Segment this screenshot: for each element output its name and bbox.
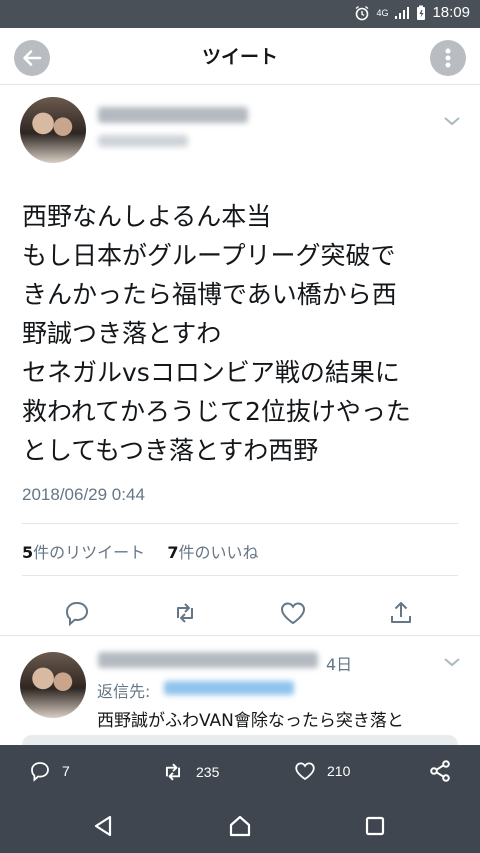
chevron-down-icon[interactable] — [443, 115, 461, 127]
network-type: 4G — [376, 7, 389, 18]
tweet-timestamp: 2018/06/29 0:44 — [22, 485, 145, 504]
tweet-stats: 5件のリツイート 7件のいいね — [22, 539, 259, 563]
reply-time: 4日 — [326, 655, 353, 674]
bottom-reply-button[interactable]: 7 — [28, 759, 70, 783]
share-icon[interactable] — [386, 598, 416, 628]
tweet-line: 救われてかろうじて2位抜けやった — [22, 397, 411, 426]
like-label: 件のいいね — [178, 543, 259, 562]
retweet-icon[interactable] — [170, 598, 200, 628]
tweet-line: 野誠つき落とすわ — [22, 319, 222, 348]
bottom-retweet-count: 235 — [196, 764, 220, 780]
tweet-line: としてもつき落とすわ西野 — [22, 436, 319, 465]
bottom-retweet-button[interactable]: 235 — [160, 759, 219, 785]
tweet-text: 西野なんしよるん本当 もし日本がグループリーグ突破で きんかったら福博であい橋か… — [22, 197, 468, 470]
bottom-like-count: 210 — [327, 763, 351, 779]
tweet-line: もし日本がグループリーグ突破で — [22, 241, 396, 270]
avatar[interactable] — [20, 97, 86, 163]
page-title: ツイート — [201, 46, 278, 68]
retweet-icon — [165, 763, 181, 781]
avatar[interactable] — [20, 652, 86, 718]
retweet-label: 件のリツイート — [33, 543, 146, 562]
divider — [22, 575, 458, 576]
tweet-line: きんかったら福博であい橋から西 — [22, 280, 397, 309]
bottom-like-button[interactable]: 210 — [293, 759, 350, 783]
status-bar: 4G 18:09 — [0, 0, 480, 28]
signal-icon — [395, 6, 410, 19]
more-vertical-icon — [445, 48, 451, 68]
status-time: 18:09 — [432, 4, 470, 21]
status-icons: 4G 18:09 — [354, 4, 470, 21]
author-name[interactable] — [98, 107, 248, 123]
bottom-reply-count: 7 — [62, 763, 70, 779]
retweet-stat[interactable]: 5件のリツイート — [22, 543, 145, 562]
home-icon[interactable] — [228, 814, 252, 838]
share-icon — [430, 760, 450, 782]
heart-icon[interactable] — [278, 598, 308, 628]
author-handle[interactable] — [98, 135, 188, 147]
like-stat[interactable]: 7件のいいね — [167, 543, 258, 562]
reply-author-name[interactable] — [98, 652, 318, 668]
divider — [22, 523, 458, 524]
heart-icon — [295, 762, 315, 781]
recents-icon[interactable] — [364, 814, 386, 838]
reply-to-handle[interactable] — [164, 681, 294, 695]
back-triangle-icon[interactable] — [92, 814, 114, 838]
reply-item[interactable]: 4日 返信先: 西野誠がふわVAN會除なったら突き落と — [0, 635, 480, 746]
tweet-line: セネガルvsコロンビア戦の結果に — [22, 358, 400, 387]
alarm-icon — [356, 5, 369, 20]
reply-text: 西野誠がふわVAN會除なったら突き落と — [97, 711, 404, 731]
tweet-actions — [0, 590, 480, 634]
battery-icon — [417, 5, 426, 20]
bottom-share-button[interactable] — [428, 759, 452, 783]
tweet-line: 西野なんしよるん本当 — [22, 202, 272, 231]
bottom-action-bar: 7 235 210 — [0, 745, 480, 799]
reply-icon[interactable] — [62, 598, 92, 628]
like-count: 7 — [167, 543, 179, 562]
app-bar: ツイート — [0, 28, 480, 85]
retweet-count: 5 — [22, 543, 34, 562]
reply-icon — [31, 762, 49, 782]
more-options-button[interactable] — [430, 40, 466, 76]
reply-to-label: 返信先: — [97, 682, 151, 701]
chevron-down-icon[interactable] — [443, 656, 461, 668]
system-nav-bar — [0, 799, 480, 853]
